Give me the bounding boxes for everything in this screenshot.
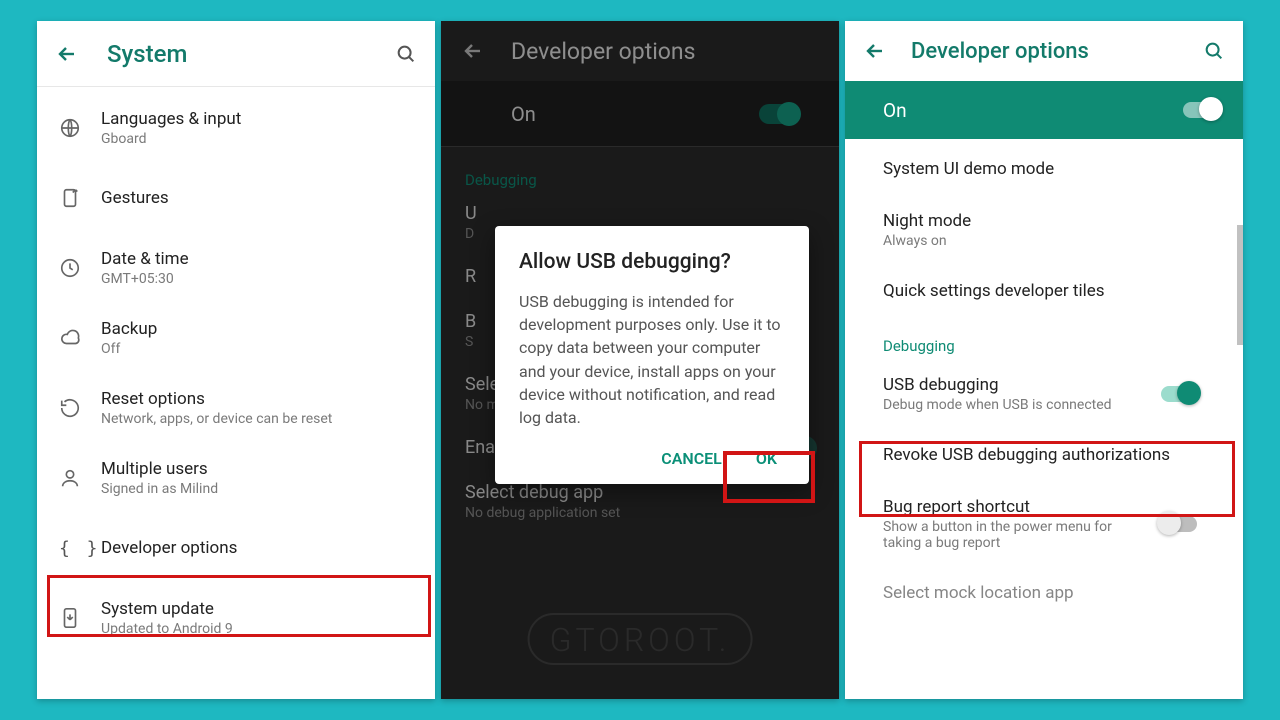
header: Developer options xyxy=(845,21,1243,81)
master-toggle-row[interactable]: On xyxy=(845,81,1243,139)
cloud-icon xyxy=(59,327,101,349)
toggle-on-icon[interactable] xyxy=(1183,102,1219,118)
scrollbar[interactable] xyxy=(1237,225,1243,345)
section-debugging: Debugging xyxy=(845,319,1243,361)
search-icon[interactable] xyxy=(1203,40,1225,62)
toggle-off-icon[interactable] xyxy=(1161,516,1197,532)
item-night-mode[interactable]: Night mode Always on xyxy=(845,197,1243,263)
user-icon xyxy=(59,467,101,489)
back-arrow-icon[interactable] xyxy=(863,39,887,63)
reset-icon xyxy=(59,397,101,419)
item-gestures[interactable]: Gestures xyxy=(37,163,435,233)
item-reset-options[interactable]: Reset options Network, apps, or device c… xyxy=(37,373,435,443)
item-bug-report-shortcut[interactable]: Bug report shortcut Show a button in the… xyxy=(845,483,1243,565)
globe-icon xyxy=(59,117,101,139)
item-date-time[interactable]: Date & time GMT+05:30 xyxy=(37,233,435,303)
item-developer-options[interactable]: { } Developer options xyxy=(37,513,435,583)
item-quick-settings-tiles[interactable]: Quick settings developer tiles xyxy=(845,263,1243,319)
ok-button[interactable]: OK xyxy=(748,449,785,468)
system-update-icon xyxy=(59,607,101,629)
braces-icon: { } xyxy=(59,538,101,559)
dialog-title: Allow USB debugging? xyxy=(519,250,785,274)
panel-usb-dialog: Developer options On Debugging U D R B S… xyxy=(441,21,839,699)
item-system-update[interactable]: System update Updated to Android 9 xyxy=(37,583,435,653)
item-multiple-users[interactable]: Multiple users Signed in as Milind xyxy=(37,443,435,513)
panel-system: System Languages & input Gboard Gestures xyxy=(37,21,435,699)
item-revoke-usb-auth[interactable]: Revoke USB debugging authorizations xyxy=(845,427,1243,483)
page-title: System xyxy=(107,40,395,68)
item-usb-debugging[interactable]: USB debugging Debug mode when USB is con… xyxy=(845,361,1243,427)
cancel-button[interactable]: CANCEL xyxy=(661,449,722,468)
gestures-icon xyxy=(59,187,101,209)
dialog-body: USB debugging is intended for developmen… xyxy=(519,290,785,429)
settings-list: Languages & input Gboard Gestures Date &… xyxy=(37,87,435,653)
item-languages-input[interactable]: Languages & input Gboard xyxy=(37,93,435,163)
item-backup[interactable]: Backup Off xyxy=(37,303,435,373)
back-arrow-icon[interactable] xyxy=(55,42,79,66)
search-icon[interactable] xyxy=(395,43,417,65)
header: System xyxy=(37,21,435,87)
page-title: Developer options xyxy=(911,39,1203,64)
clock-icon xyxy=(59,257,101,279)
toggle-on-icon[interactable] xyxy=(1161,386,1197,402)
usb-debugging-dialog: Allow USB debugging? USB debugging is in… xyxy=(495,226,809,484)
panel-developer-options: Developer options On System UI demo mode… xyxy=(845,21,1243,699)
item-cutoff: Select mock location app xyxy=(845,565,1243,621)
item-system-ui-demo[interactable]: System UI demo mode xyxy=(845,141,1243,197)
